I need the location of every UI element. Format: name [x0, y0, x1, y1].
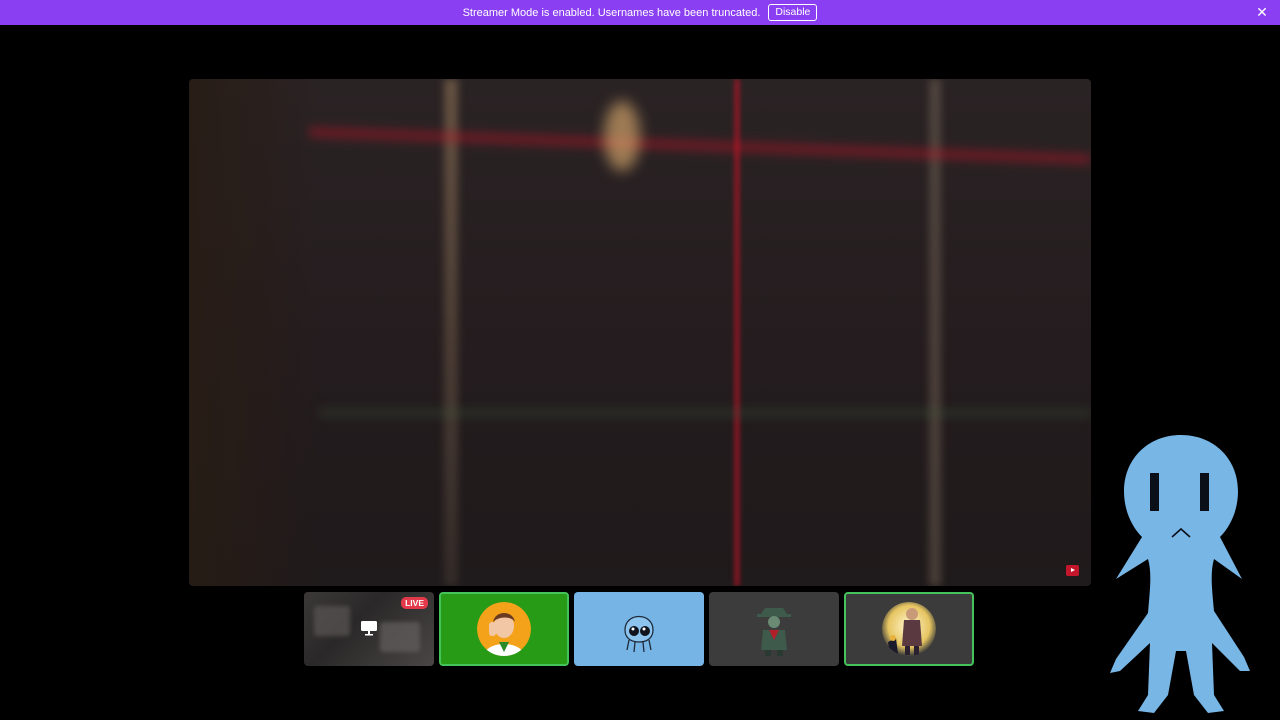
video-blur-detail [444, 79, 458, 586]
cartoon-avatar-icon [477, 602, 531, 656]
tile-participant-gray[interactable] [709, 592, 839, 666]
video-blur-detail [319, 409, 1091, 417]
video-blur-detail [380, 622, 420, 652]
streamer-mode-banner: Streamer Mode is enabled. Usernames have… [0, 0, 1280, 25]
streamer-mode-message: Streamer Mode is enabled. Usernames have… [462, 6, 761, 19]
live-badge: LIVE [401, 597, 428, 609]
tile-screen-share[interactable]: LIVE [304, 592, 434, 666]
main-video-stage[interactable] [189, 79, 1091, 586]
tile-participant-dark[interactable] [844, 592, 974, 666]
creature-avatar-icon [624, 615, 654, 653]
video-blur-detail [314, 606, 350, 636]
character-avatar-icon [882, 602, 936, 656]
close-icon[interactable]: ✕ [1254, 4, 1270, 20]
video-blur-detail [734, 79, 740, 586]
participant-tiles: LIVE [304, 592, 974, 666]
disable-streamer-mode-button[interactable]: Disable [768, 4, 818, 21]
video-blur-detail [604, 101, 640, 171]
video-blur-detail [308, 127, 1091, 165]
mascot-overlay-image [1110, 435, 1250, 713]
screen-share-icon [361, 621, 377, 636]
tile-participant-green[interactable] [439, 592, 569, 666]
avatar [477, 602, 531, 656]
tile-participant-blue[interactable] [574, 592, 704, 666]
youtube-icon[interactable] [1066, 565, 1079, 576]
gunslinger-avatar-icon [757, 608, 791, 656]
avatar [882, 602, 936, 656]
